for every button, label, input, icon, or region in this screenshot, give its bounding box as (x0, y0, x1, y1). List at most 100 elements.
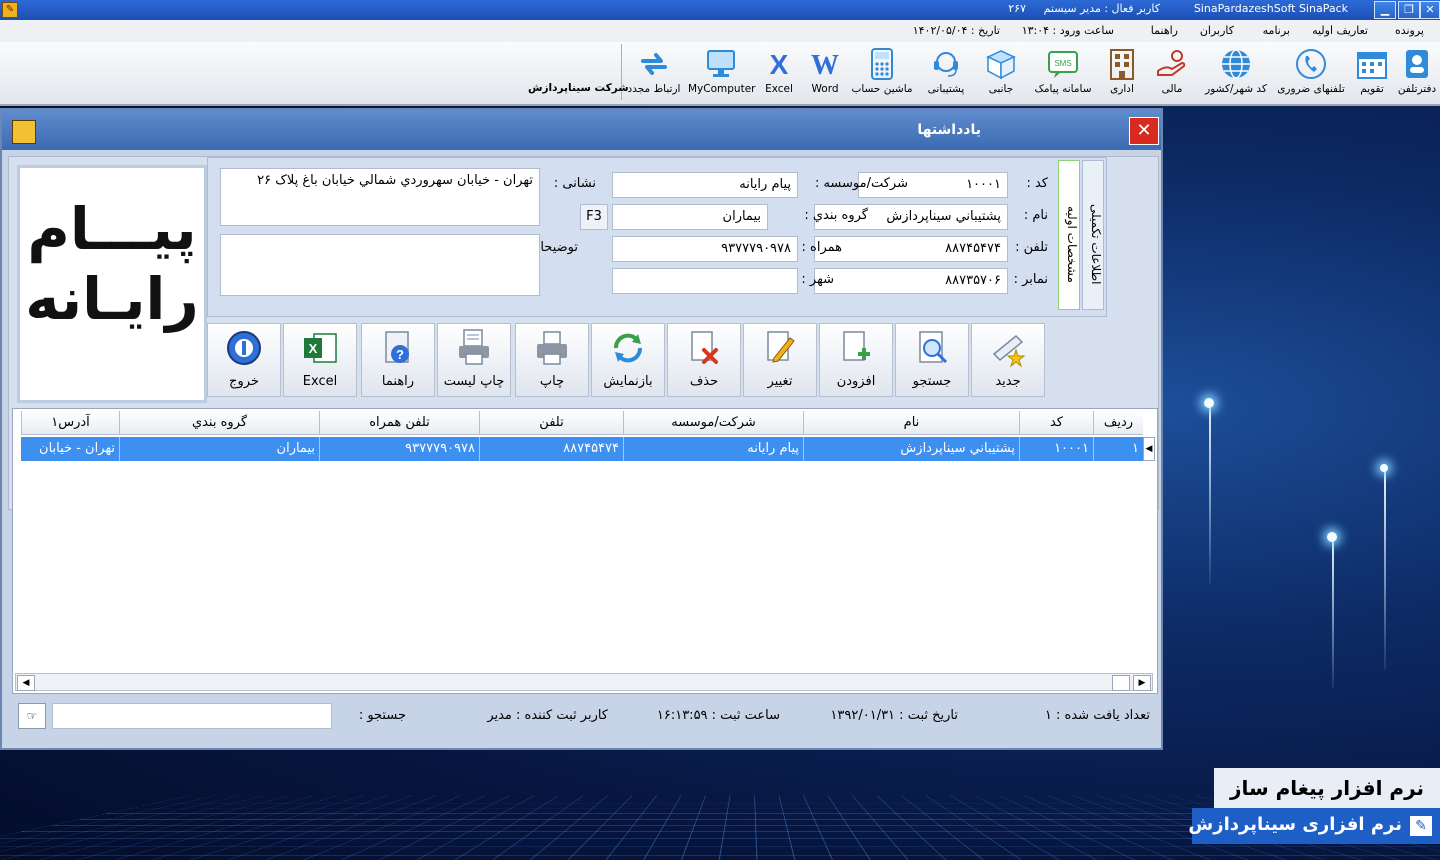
vendor-name: نرم افزاری سیناپردازش (1188, 814, 1402, 835)
search-go-icon: ☞ (26, 709, 38, 723)
action-button-bar: جدید جستجو افزودن تغییر حذف بازنمایش چاپ… (207, 323, 1047, 399)
column-header-group[interactable]: گروه بندي (119, 411, 319, 435)
toolbar-area-codes[interactable]: کد شهر/کشور (1200, 44, 1272, 100)
background-light-dot (1380, 464, 1388, 472)
phone-field[interactable]: ۸۸۷۴۵۴۷۴ (814, 236, 1008, 262)
scroll-right-icon[interactable]: ▶ (1133, 675, 1151, 691)
row-indicator-icon: ◀ (1143, 437, 1155, 461)
toolbar-word[interactable]: W Word (806, 44, 844, 100)
sms-icon: SMS (1048, 51, 1078, 78)
word-icon: W (811, 50, 839, 81)
session-counter: ۲۶۷ (1008, 2, 1026, 15)
print-list-button[interactable]: چاپ لیست (437, 323, 511, 397)
toolbar-calculator[interactable]: ماشین حساب (848, 44, 916, 100)
column-header-row-number[interactable]: رديف (1093, 411, 1143, 435)
column-header-company[interactable]: شرکت/موسسه (623, 411, 803, 435)
refresh-button[interactable]: بازنمایش (591, 323, 665, 397)
column-header-name[interactable]: نام (803, 411, 1019, 435)
city-field[interactable] (612, 268, 798, 294)
tab-additional-info[interactable]: اطلاعات تکمیلی (1082, 160, 1104, 310)
notes-field[interactable] (220, 234, 540, 296)
registration-time: ساعت ثبت : ۱۶:۱۳:۵۹ (656, 708, 780, 723)
toolbar-reconnect[interactable]: ارتباط مجدد (626, 44, 682, 100)
add-button[interactable]: افزودن (819, 323, 893, 397)
delete-icon (691, 331, 718, 364)
menu-users[interactable]: کاربران (1200, 24, 1234, 37)
scroll-left-icon[interactable]: ◀ (17, 675, 35, 691)
registered-by: کاربر ثبت کننده : مدیر (487, 708, 608, 723)
phonebook-icon (1406, 50, 1428, 78)
restore-button[interactable]: ❐ (1398, 1, 1420, 19)
box-icon (986, 50, 1016, 80)
tab-basic-info[interactable]: مشخصات اولیه (1058, 160, 1080, 310)
address-label: نشانی : (553, 176, 596, 191)
group-field[interactable]: بيماران (612, 204, 768, 230)
cell-code: ۱۰۰۰۱ (1019, 437, 1093, 461)
menu-program[interactable]: برنامه (1263, 24, 1290, 37)
group-label: گروه بندي : (804, 208, 868, 223)
column-header-address[interactable]: آدرس۱ (21, 411, 119, 435)
mobile-field[interactable]: ۹۳۷۷۷۹۰۹۷۸ (612, 236, 798, 262)
group-lookup-button[interactable]: F3 (580, 204, 608, 230)
toolbar-accessories[interactable]: جانبی (978, 44, 1024, 100)
horizontal-scrollbar[interactable]: ◀ ▶ (15, 673, 1153, 691)
address-field[interactable]: تهران - خيابان سهروردي شمالي خيابان باغ … (220, 168, 540, 226)
search-button[interactable]: جستجو (895, 323, 969, 397)
column-header-mobile[interactable]: تلفن همراه (319, 411, 479, 435)
dialog-close-button[interactable]: ✕ (1129, 117, 1159, 145)
menu-file[interactable]: پرونده (1395, 24, 1424, 37)
logo-text-line1: پیـــام (27, 195, 197, 263)
toolbar-sms-system[interactable]: SMS سامانه پیامک (1030, 44, 1096, 100)
delete-button[interactable]: حذف (667, 323, 741, 397)
toolbar-calendar[interactable]: تقویم (1352, 44, 1392, 100)
new-button[interactable]: جدید (971, 323, 1045, 397)
table-row[interactable]: ۱ ۱۰۰۰۱ پشتيباني سيناپردازش پيام رايانه … (21, 437, 1143, 461)
column-header-phone[interactable]: تلفن (479, 411, 623, 435)
excel-icon: X (770, 49, 789, 80)
exit-icon (227, 331, 261, 365)
print-icon (537, 331, 567, 365)
toolbar-emergency-phones[interactable]: تلفنهای ضروری (1274, 44, 1348, 100)
exit-button[interactable]: خروج (207, 323, 281, 397)
vendor-banner: ✎ نرم افزاری سیناپردازش (1188, 808, 1440, 844)
cell-phone: ۸۸۷۴۵۴۷۴ (479, 437, 623, 461)
edit-button[interactable]: تغییر (743, 323, 817, 397)
toolbar-finance[interactable]: مالی (1150, 44, 1194, 100)
app-titlebar: ✎ SinaPardazeshSoft SinaPack کاربر فعال … (0, 0, 1440, 20)
help-button[interactable]: ? راهنما (361, 323, 435, 397)
company-field[interactable]: پيام رايانه (612, 172, 798, 198)
excel-export-button[interactable]: X Excel (283, 323, 357, 397)
search-icon (919, 331, 948, 364)
search-input[interactable] (52, 703, 332, 729)
toolbar-office[interactable]: اداری (1100, 44, 1144, 100)
toolbar-my-computer[interactable]: MyComputer (688, 44, 755, 100)
print-list-icon (459, 329, 489, 365)
notes-table: رديف کد نام شرکت/موسسه تلفن تلفن همراه گ… (12, 408, 1158, 694)
computer-icon (707, 50, 735, 77)
add-document-icon (843, 331, 870, 361)
minimize-button[interactable]: ▁ (1374, 1, 1396, 19)
print-button[interactable]: چاپ (515, 323, 589, 397)
toolbar-support[interactable]: پشتیبانی (920, 44, 972, 100)
found-count: تعداد یافت شده : ۱ (1044, 708, 1150, 723)
edit-icon (767, 331, 795, 363)
contact-fields: کد : ۱۰۰۰۱ نام : پشتيباني سيناپردازش تلف… (207, 157, 1107, 317)
support-headset-icon (934, 52, 958, 77)
fax-field[interactable]: ۸۸۷۳۵۷۰۶ (814, 268, 1008, 294)
app-name: SinaPardazeshSoft SinaPack (1193, 2, 1348, 15)
toolbar-phonebook[interactable]: دفترتلفن (1396, 44, 1438, 100)
help-icon: ? (385, 331, 409, 363)
menu-basic-definitions[interactable]: تعاریف اولیه (1312, 24, 1368, 37)
form-side-tabs: اطلاعات تکمیلی مشخصات اولیه (1056, 160, 1104, 310)
name-label: نام : (1023, 208, 1048, 223)
menu-help[interactable]: راهنما (1151, 24, 1178, 37)
toolbar-excel[interactable]: X Excel (760, 44, 798, 100)
scrollbar-thumb[interactable] (1112, 675, 1130, 691)
calculator-icon (871, 48, 893, 80)
search-go-button[interactable]: ☞ (18, 703, 46, 729)
app-close-button[interactable]: ✕ (1420, 1, 1440, 19)
column-header-code[interactable]: کد (1019, 411, 1093, 435)
cell-row-number: ۱ (1093, 437, 1143, 461)
dialog-title: یادداشتها (917, 122, 981, 138)
svg-text:X: X (770, 49, 789, 80)
